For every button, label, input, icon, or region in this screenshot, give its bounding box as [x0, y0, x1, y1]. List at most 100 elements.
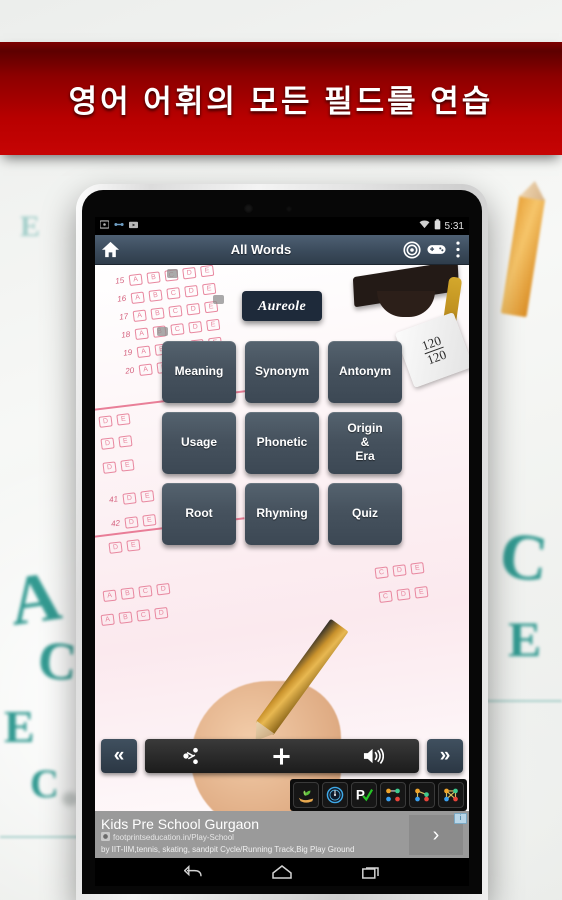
omr-bubble: D	[154, 606, 169, 620]
omr-bubble: E	[118, 435, 133, 448]
headline-banner: 영어 어휘의 모든 필드를 연습	[0, 42, 562, 155]
tile-synonym[interactable]: Synonym	[245, 341, 319, 403]
ad-site-icon	[101, 831, 110, 844]
omr-bubble: E	[126, 539, 141, 552]
app-content: 15 ABCDE 16 ABCDE 17 ABCDE 18 ABCDE	[95, 265, 469, 858]
node-graph-icon-1[interactable]	[380, 782, 406, 808]
status-left-icons	[99, 220, 138, 232]
previous-word-button[interactable]: «	[101, 739, 137, 773]
omr-bubble: C	[374, 566, 389, 579]
omr-bubble: B	[146, 271, 161, 284]
tablet-bezel: 5:31 All Words 15 A B D E 16 A B C D E 1…	[82, 190, 482, 894]
tile-label: Rhyming	[256, 506, 308, 521]
omr-bubble: D	[156, 582, 171, 596]
ad-text-block: Kids Pre School Gurgaon footprintseducat…	[101, 816, 409, 855]
omr-bubble: E	[206, 318, 221, 332]
svg-text:P: P	[356, 788, 365, 803]
status-right-icons: 5:31	[419, 219, 464, 233]
ad-headline: Kids Pre School Gurgaon	[101, 815, 259, 832]
headline-text: 영어 어휘의 모든 필드를 연습	[68, 84, 494, 119]
gamepad-icon[interactable]	[427, 240, 446, 259]
omr-bubble: D	[100, 437, 115, 450]
share-icon[interactable]	[178, 745, 204, 767]
omr-bubble: D	[108, 541, 123, 554]
battery-icon	[434, 219, 441, 233]
ad-banner[interactable]: Kids Pre School Gurgaon footprintseducat…	[95, 811, 469, 858]
omr-number: 17	[118, 311, 129, 322]
omr-bubble: D	[392, 564, 407, 577]
omr-bubble: A	[132, 309, 147, 323]
omr-bubble: D	[102, 461, 117, 474]
omr-row: DE	[108, 539, 141, 554]
add-icon[interactable]	[269, 745, 295, 767]
back-icon[interactable]	[182, 864, 204, 880]
omr-number: 18	[120, 329, 131, 340]
sprout-hand-icon[interactable]	[293, 782, 319, 808]
omr-bubble: C	[168, 305, 183, 318]
home-outline-icon[interactable]	[271, 864, 293, 880]
omr-bubble: E	[410, 562, 425, 575]
overflow-menu-icon[interactable]	[452, 240, 463, 259]
omr-row: DE	[100, 435, 133, 450]
tile-label: Origin & Era	[347, 421, 383, 463]
target-icon[interactable]	[402, 240, 421, 259]
next-word-button[interactable]: »	[427, 739, 463, 773]
adchoices-icon[interactable]: i	[454, 813, 467, 824]
media-toolbar	[145, 739, 419, 773]
omr-bubble: D	[186, 302, 201, 316]
omr-bubble: D	[188, 320, 203, 334]
home-icon[interactable]	[101, 240, 120, 259]
omr-bubble: A	[100, 613, 115, 627]
tile-origin-era[interactable]: Origin & Era	[328, 412, 402, 474]
omr-bubble: B	[150, 307, 165, 320]
omr-row: ABCD	[100, 606, 169, 627]
omr-bubble: D	[396, 588, 411, 601]
device-screen: 5:31 All Words 15 A B D E 16 A B C D E 1…	[95, 217, 469, 858]
omr-bubble: C	[170, 323, 185, 336]
omr-bubble: C	[136, 609, 151, 622]
omr-filled-bubble	[213, 295, 224, 304]
omr-bubble: D	[184, 284, 199, 298]
feature-grid: Meaning Synonym Antonym Usage Phonetic O…	[162, 341, 402, 545]
bg-letter: E	[4, 701, 35, 752]
bg-rule	[486, 700, 562, 702]
omr-number: 42	[110, 518, 121, 529]
tile-root[interactable]: Root	[162, 483, 236, 545]
tile-usage[interactable]: Usage	[162, 412, 236, 474]
omr-bubble: B	[118, 611, 133, 624]
recents-icon[interactable]	[360, 864, 382, 880]
omr-bubble: E	[140, 490, 155, 503]
node-graph-icon-3[interactable]	[438, 782, 464, 808]
omr-filled-bubble	[167, 269, 178, 278]
tile-meaning[interactable]: Meaning	[162, 341, 236, 403]
omr-bubble: D	[98, 415, 113, 428]
screenshot-icon	[99, 220, 110, 232]
node-graph-icon-2[interactable]	[409, 782, 435, 808]
tile-rhyming[interactable]: Rhyming	[245, 483, 319, 545]
omr-bubble: A	[138, 363, 153, 377]
tile-quiz[interactable]: Quiz	[328, 483, 402, 545]
omr-number: 19	[122, 347, 133, 358]
navigation-row: « »	[95, 737, 469, 775]
omr-row: DE	[102, 459, 135, 474]
omr-bubble: C	[138, 585, 153, 598]
android-nav-bar	[95, 858, 469, 886]
proximity-sensor-icon	[286, 206, 292, 212]
cap-dome	[377, 291, 435, 317]
omr-bubble: E	[414, 586, 429, 599]
action-bar: All Words	[95, 235, 469, 265]
tile-phonetic[interactable]: Phonetic	[245, 412, 319, 474]
omr-filled-bubble	[157, 327, 168, 336]
compass-icon[interactable]	[322, 782, 348, 808]
speaker-icon[interactable]	[360, 745, 386, 767]
current-word-card[interactable]: Aureole	[242, 291, 322, 321]
tile-antonym[interactable]: Antonym	[328, 341, 402, 403]
omr-bubble: D	[124, 516, 139, 529]
omr-bubble: A	[128, 273, 143, 287]
tools-icon-strip: P	[290, 779, 467, 811]
omr-bubble: E	[200, 265, 215, 278]
tile-label: Root	[185, 506, 213, 521]
wifi-icon	[419, 220, 430, 232]
omr-bubble: A	[136, 345, 151, 359]
parking-check-icon[interactable]: P	[351, 782, 377, 808]
